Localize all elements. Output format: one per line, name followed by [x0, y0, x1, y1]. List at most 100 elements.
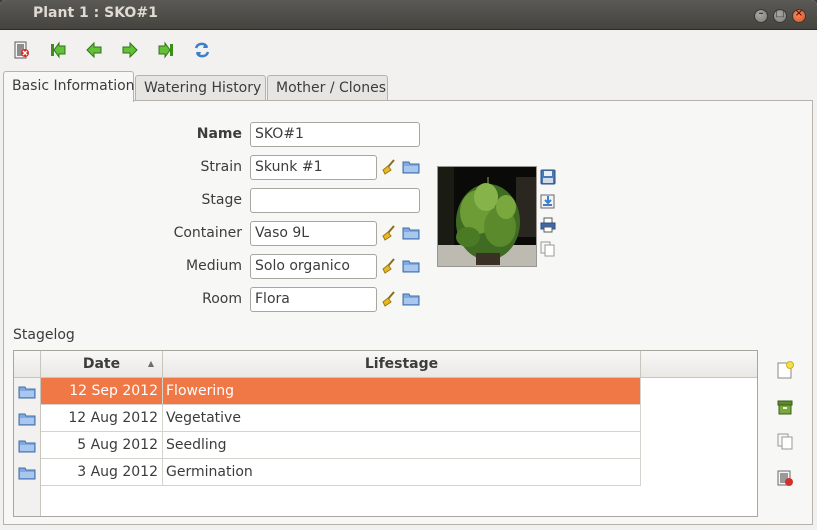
date-column-header[interactable]: Date ▲: [41, 351, 163, 378]
folder-icon: [18, 467, 36, 479]
minimize-icon: –: [758, 8, 764, 19]
previous-record-button[interactable]: [83, 39, 105, 61]
exit-button[interactable]: [11, 39, 33, 61]
room-browse-button[interactable]: [402, 290, 420, 308]
tab-watering-history[interactable]: Watering History: [135, 75, 266, 101]
tab-label: Mother / Clones: [276, 80, 387, 96]
strain-clear-button[interactable]: [380, 158, 398, 176]
table-header: Date ▲ Lifestage: [14, 351, 757, 378]
row-date: 12 Sep 2012: [41, 378, 163, 405]
plant-photo: [437, 166, 537, 267]
broom-icon: [382, 159, 395, 175]
date-header-label: Date: [82, 356, 121, 372]
basic-information-panel: Name SKO#1 Strain Skunk #1 Stage Contain…: [3, 100, 813, 525]
main-window: Plant 1 : SKO#1 – □ × Basic Information …: [0, 0, 817, 530]
stagelog-table: Date ▲ Lifestage 12 Sep 2012 Flowering 1…: [13, 350, 758, 517]
folder-icon: [18, 440, 36, 452]
exit-icon: [14, 41, 29, 59]
row-lifestage: Flowering: [163, 378, 641, 405]
refresh-icon: [194, 42, 210, 58]
folder-icon: [402, 260, 420, 273]
broom-icon: [382, 291, 395, 307]
row-folder-button[interactable]: [14, 378, 41, 405]
container-browse-button[interactable]: [402, 224, 420, 242]
name-label: Name: [196, 126, 242, 142]
copy-icon: [540, 241, 555, 257]
import-icon: [540, 194, 555, 209]
import-photo-button[interactable]: [539, 192, 557, 210]
icon-column-header: [14, 351, 41, 378]
minimize-button[interactable]: –: [754, 8, 768, 23]
row-lifestage: Vegetative: [163, 405, 641, 432]
table-row[interactable]: 12 Aug 2012 Vegetative: [14, 405, 641, 432]
strain-browse-button[interactable]: [402, 158, 420, 176]
stage-label: Stage: [201, 192, 242, 208]
printer-icon: [540, 217, 556, 233]
folder-icon: [402, 293, 420, 306]
lifestage-header-label: Lifestage: [364, 356, 439, 372]
last-record-button[interactable]: [155, 39, 177, 61]
refresh-button[interactable]: [191, 39, 213, 61]
room-label: Room: [202, 291, 242, 307]
table-row[interactable]: 3 Aug 2012 Germination: [14, 459, 641, 486]
folder-icon: [18, 386, 36, 398]
close-icon: ×: [794, 8, 804, 19]
container-field[interactable]: Vaso 9L: [250, 221, 377, 246]
row-date: 12 Aug 2012: [41, 405, 163, 432]
folder-icon: [402, 227, 420, 240]
maximize-icon: □: [775, 8, 785, 19]
strain-field[interactable]: Skunk #1: [250, 155, 377, 180]
sort-ascending-icon: ▲: [147, 359, 154, 368]
copy-photo-button[interactable]: [539, 240, 557, 258]
table-row[interactable]: 12 Sep 2012 Flowering: [14, 378, 641, 405]
room-clear-button[interactable]: [380, 290, 398, 308]
tab-label: Basic Information: [12, 78, 135, 94]
first-record-button[interactable]: [47, 39, 69, 61]
copy-stage-button[interactable]: [775, 431, 795, 451]
next-record-icon: [122, 41, 138, 59]
medium-label: Medium: [186, 258, 242, 274]
last-record-icon: [158, 41, 173, 59]
print-photo-button[interactable]: [539, 216, 557, 234]
medium-browse-button[interactable]: [402, 257, 420, 275]
add-stage-button[interactable]: [775, 360, 795, 380]
row-folder-button[interactable]: [14, 459, 41, 486]
plant-image: [438, 167, 536, 266]
row-date: 5 Aug 2012: [41, 432, 163, 459]
row-folder-button[interactable]: [14, 405, 41, 432]
new-document-icon: [777, 361, 794, 379]
broom-icon: [382, 258, 395, 274]
folder-icon: [402, 161, 420, 174]
save-photo-button[interactable]: [539, 168, 557, 186]
stage-field[interactable]: [250, 188, 420, 213]
delete-icon: [777, 470, 793, 486]
container-label: Container: [173, 225, 242, 241]
container-clear-button[interactable]: [380, 224, 398, 242]
first-record-icon: [51, 41, 66, 59]
row-gutter: [14, 486, 41, 516]
folder-icon: [18, 413, 36, 425]
archive-stage-button[interactable]: [775, 397, 795, 417]
strain-label: Strain: [200, 159, 242, 175]
medium-field[interactable]: Solo organico: [250, 254, 377, 279]
window-title: Plant 1 : SKO#1: [33, 5, 158, 21]
row-date: 3 Aug 2012: [41, 459, 163, 486]
name-field[interactable]: SKO#1: [250, 122, 420, 147]
tab-basic-information[interactable]: Basic Information: [3, 71, 135, 102]
row-folder-button[interactable]: [14, 432, 41, 459]
table-row[interactable]: 5 Aug 2012 Seedling: [14, 432, 641, 459]
maximize-button[interactable]: □: [773, 8, 787, 23]
delete-stage-button[interactable]: [775, 468, 795, 488]
previous-record-icon: [86, 41, 102, 59]
broom-icon: [382, 225, 395, 241]
room-field[interactable]: Flora: [250, 287, 377, 312]
tab-label: Watering History: [144, 80, 262, 96]
row-lifestage: Germination: [163, 459, 641, 486]
title-bar[interactable]: Plant 1 : SKO#1 – □ ×: [0, 0, 817, 30]
next-record-button[interactable]: [119, 39, 141, 61]
close-button[interactable]: ×: [792, 8, 806, 23]
copy-icon: [777, 433, 793, 450]
lifestage-column-header[interactable]: Lifestage: [163, 351, 641, 378]
medium-clear-button[interactable]: [380, 257, 398, 275]
tab-mother-clones[interactable]: Mother / Clones: [267, 75, 388, 101]
